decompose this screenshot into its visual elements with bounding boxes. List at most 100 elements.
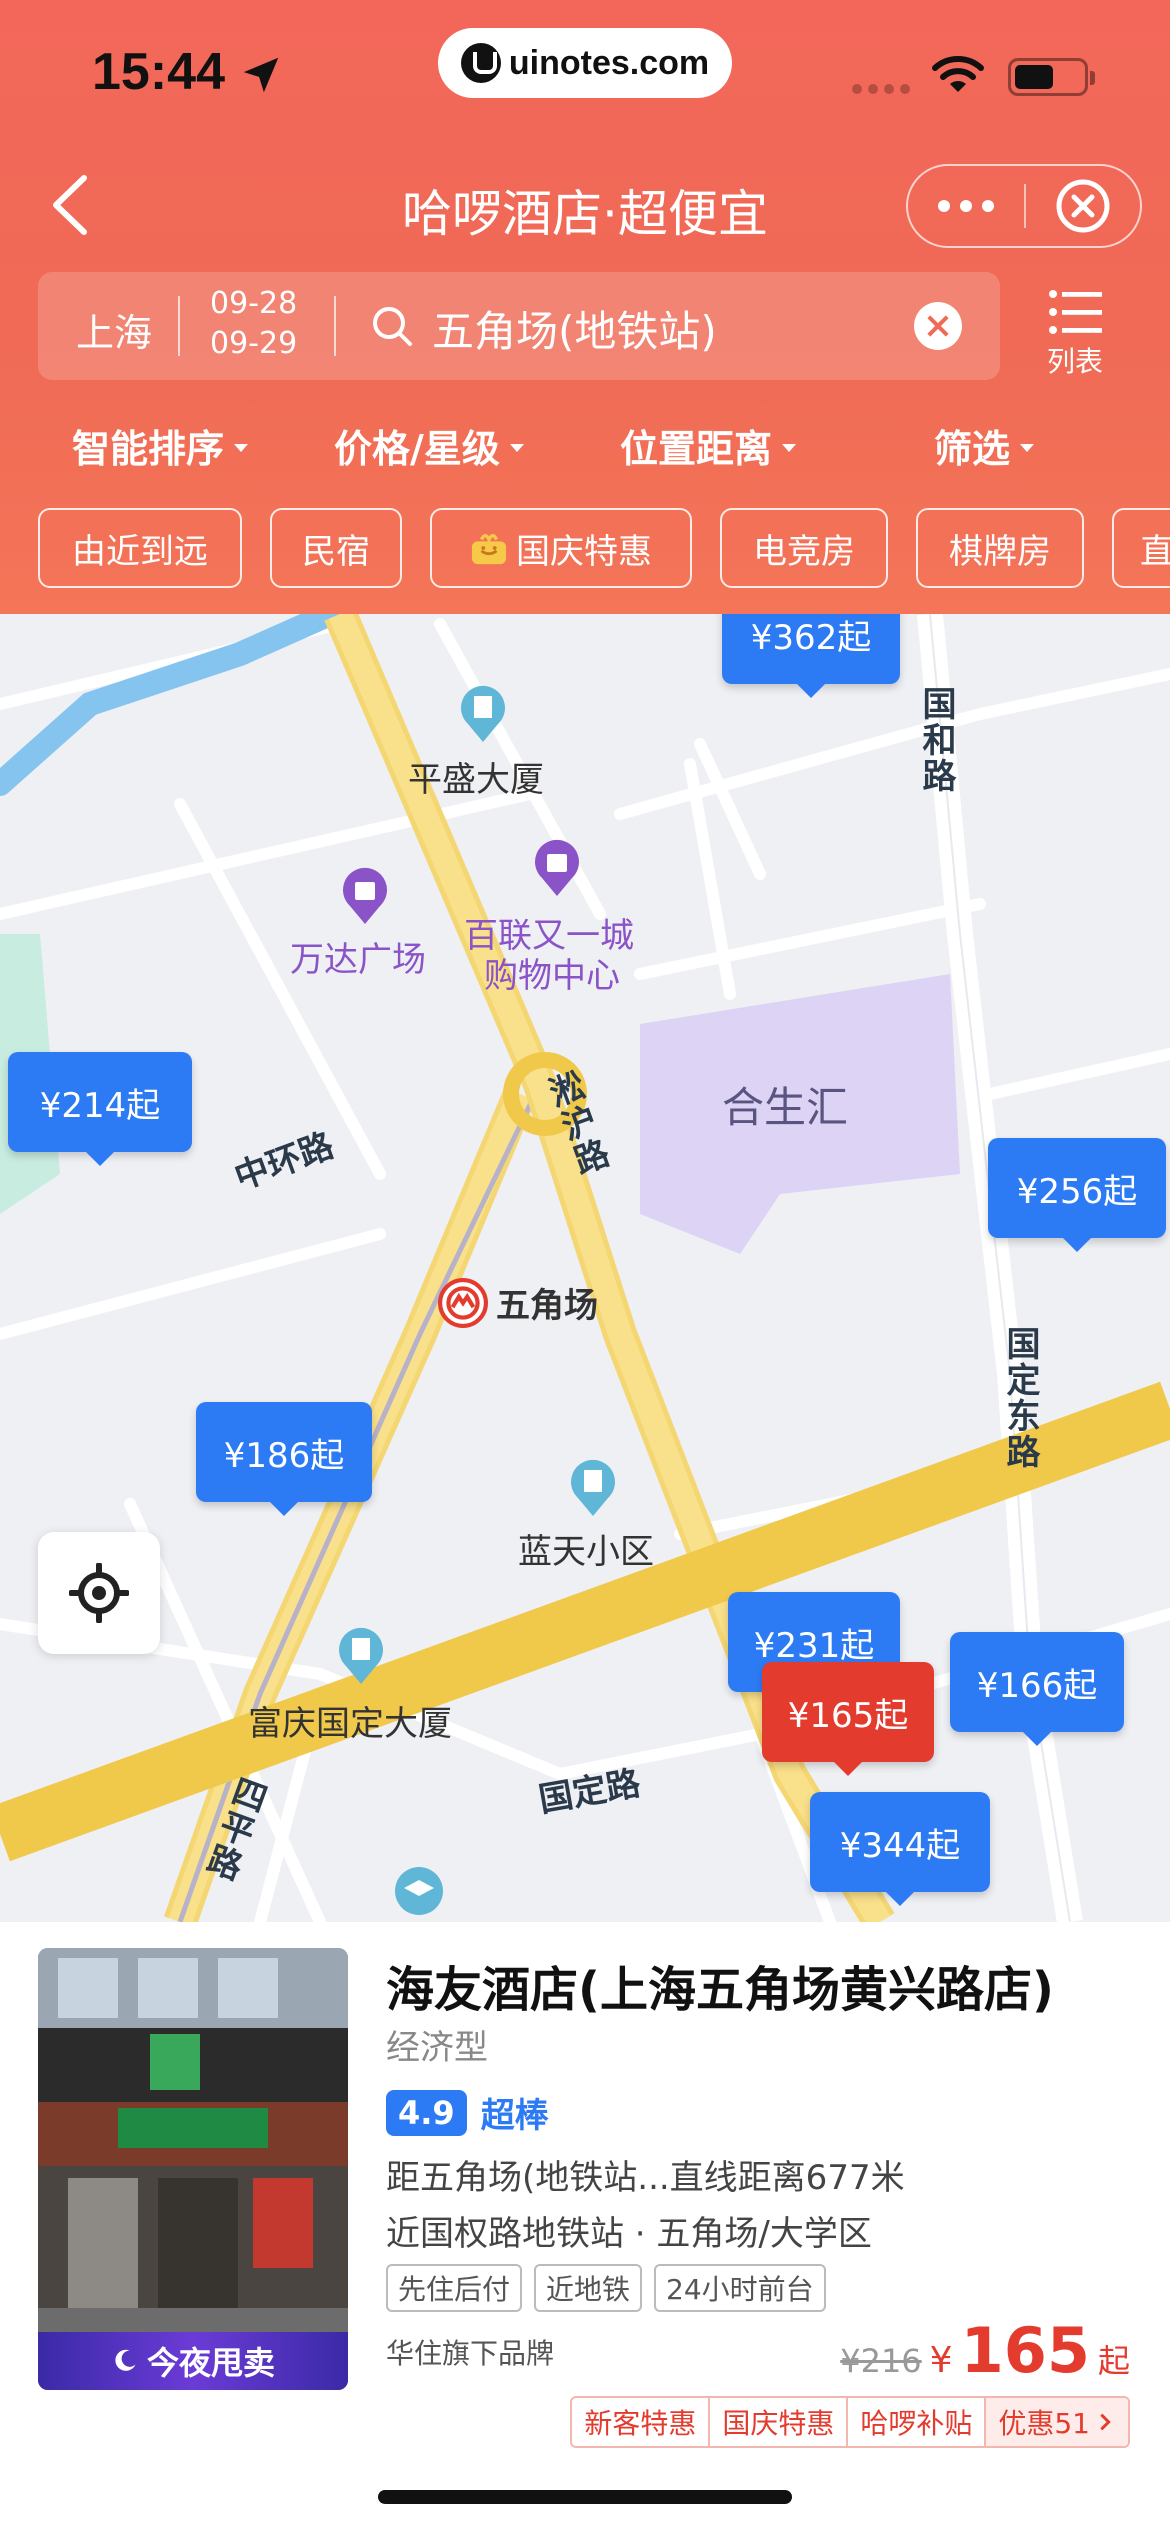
caret-down-icon [234,443,249,452]
promo-row[interactable]: 新客特惠 国庆特惠 哈啰补贴 优惠51 [570,2396,1130,2448]
sort-bar: 智能排序 价格/星级 位置距离 筛选 [0,410,1170,474]
price-marker[interactable]: ¥256起 [988,1138,1166,1252]
promo-tag: 新客特惠 [572,2398,711,2446]
page-title: 哈啰酒店·超便宜 [402,185,768,243]
rating-score: 4.9 [386,2089,467,2136]
search-bar[interactable]: 上海 09-28 09-29 五角场(地铁站) [38,272,1000,380]
price-suffix: 起 [1097,2342,1130,2380]
building-pin-icon [339,1627,383,1684]
chip-more[interactable]: 直 [1112,508,1170,588]
sort-distance[interactable]: 位置距离 [620,418,797,473]
nearby-text: 近国权路地铁站 · 五角场/大学区 [386,2214,872,2254]
chip-nearest[interactable]: 由近到远 [38,508,242,588]
search-input[interactable]: 五角场(地铁站) [432,298,717,359]
battery-icon [1008,58,1095,96]
feature-tag: 先住后付 [386,2264,523,2312]
clear-search-icon[interactable] [914,302,962,350]
original-price: ¥216 [840,2342,922,2380]
chip-national-day[interactable]: 国庆特惠 [430,508,692,588]
more-dot-icon [960,200,972,212]
locate-crosshair-icon [69,1563,129,1623]
tonight-sale-badge: 今夜甩卖 [38,2332,348,2390]
promo-tag: 哈啰补贴 [848,2398,987,2446]
sort-price-star[interactable]: 价格/星级 [334,418,524,473]
price-marker[interactable]: ¥362起 [722,614,900,698]
feature-tags: 先住后付 近地铁 24小时前台 [386,2264,826,2312]
search-icon [373,307,412,346]
shopping-pin-icon [343,867,387,924]
location-arrow-icon [243,57,279,93]
checkout-date[interactable]: 09-29 [210,326,297,361]
currency-symbol: ¥ [929,2340,953,2381]
wifi-icon [932,56,984,92]
gift-icon [471,534,507,565]
more-button[interactable] [908,166,1024,246]
locate-me-button[interactable] [38,1532,160,1654]
header: 15:44 uinotes.com 哈啰酒店·超便宜 上海 09-28 09-2… [0,0,1170,614]
sort-distance-label: 位置距离 [620,427,773,471]
filter-chips: 由近到远 民宿 国庆特惠 电竞房 棋牌房 直 [0,508,1170,590]
price-marker[interactable]: ¥186起 [196,1402,372,1516]
poi-label: 购物中心 [484,956,620,996]
sort-filter-label: 筛选 [934,427,1011,471]
hotel-type: 经济型 [386,2028,488,2068]
hotel-name[interactable]: 海友酒店(上海五角场黄兴路店) [386,1950,1054,2020]
price-marker[interactable]: ¥344起 [810,1792,990,1906]
shopping-pin-icon [535,839,579,896]
metro-station-label: 五角场 [496,1286,598,1326]
poi-label: 蓝天小区 [518,1532,654,1572]
mini-program-capsule [906,164,1142,248]
road-label: 国和路 [916,686,956,794]
list-icon [1049,290,1102,334]
chevron-right-icon [1100,2413,1111,2431]
divider [178,296,180,356]
chip-national-day-label: 国庆特惠 [516,531,652,572]
brand-text: 华住旗下品牌 [386,2337,555,2370]
back-chevron-icon[interactable] [40,170,100,240]
poi-label: 合生汇 [722,1083,849,1132]
signal-dots-icon [852,84,910,94]
hotel-storefront-image [38,1948,348,2390]
more-dot-icon [982,200,994,212]
road-label: 国定东路 [1000,1326,1040,1470]
status-time: 15:44 [92,43,225,101]
price-row: ¥216 ¥ 165 起 [840,2314,1130,2387]
url-pill[interactable]: uinotes.com [438,28,732,98]
price-marker[interactable]: ¥166起 [950,1632,1124,1746]
city-selector[interactable]: 上海 [76,302,152,357]
close-circle-icon [1056,179,1110,233]
distance-text: 距五角场(地铁站...直线距离677米 [386,2158,905,2198]
school-pin-icon [395,1867,443,1915]
map-view[interactable]: 平盛大厦 万达广场 百联又一城 购物中心 合生汇 五角场 蓝天小区 富庆国定大厦… [0,614,1170,1922]
rating-text: 超棒 [480,2096,549,2136]
sort-price-star-label: 价格/星级 [334,427,500,471]
tonight-sale-label: 今夜甩卖 [146,2344,275,2382]
poi-label: 富庆国定大厦 [248,1704,452,1744]
poi-label: 万达广场 [290,940,426,980]
checkin-date[interactable]: 09-28 [210,286,297,321]
building-pin-icon [461,685,505,742]
discount-tag[interactable]: 优惠51 [986,2398,1128,2446]
list-view-button[interactable]: 列表 [1040,284,1110,384]
sort-filter[interactable]: 筛选 [934,418,1035,473]
current-price: 165 [960,2314,1090,2387]
hotel-photo[interactable]: 今夜甩卖 [38,1948,348,2390]
hotel-card[interactable]: 今夜甩卖 海友酒店(上海五角场黄兴路店) 经济型 4.9 超棒 距五角场(地铁站… [0,1922,1170,2532]
chip-esports-room[interactable]: 电竞房 [720,508,888,588]
sort-smart[interactable]: 智能排序 [72,418,249,473]
caret-down-icon [782,443,797,452]
promo-tag: 国庆特惠 [710,2398,849,2446]
close-button[interactable] [1026,166,1140,246]
list-view-label: 列表 [1046,345,1103,378]
metro-station-icon [438,1278,488,1328]
more-dot-icon [938,200,950,212]
price-marker[interactable]: ¥214起 [8,1052,192,1166]
feature-tag: 近地铁 [534,2264,643,2312]
chip-chess-room[interactable]: 棋牌房 [916,508,1084,588]
chip-homestay[interactable]: 民宿 [270,508,402,588]
site-logo-icon [460,43,501,83]
caret-down-icon [509,443,524,452]
feature-tag: 24小时前台 [654,2264,826,2312]
building-pin-icon [571,1459,615,1516]
price-marker-selected[interactable]: ¥165起 [762,1662,934,1776]
